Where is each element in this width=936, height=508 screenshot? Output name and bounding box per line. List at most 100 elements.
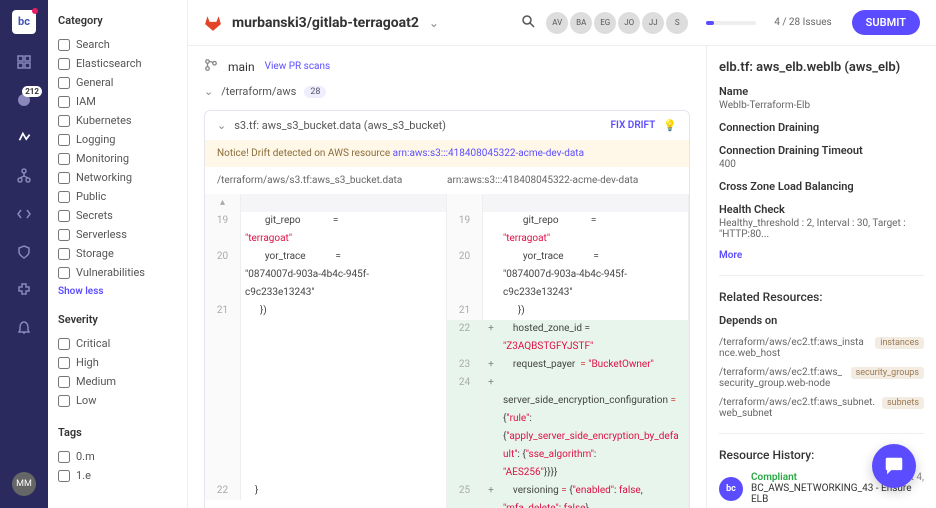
filter-label: Search <box>76 38 110 51</box>
filter-label: Storage <box>76 247 114 260</box>
branch-icon <box>204 58 218 75</box>
filter-label: 0.m <box>76 450 95 463</box>
chevron-down-icon[interactable]: ⌄ <box>429 16 439 30</box>
fix-drift-button[interactable]: FIX DRIFT <box>611 120 656 131</box>
issue-count: 4 / 28 Issues <box>774 17 831 28</box>
nav-rail: bc 212 MM <box>0 0 48 508</box>
filter-checkbox[interactable] <box>58 115 70 127</box>
filter-checkbox[interactable] <box>58 172 70 184</box>
filter-checkbox[interactable] <box>58 191 70 203</box>
filter-item[interactable]: Storage <box>58 244 177 263</box>
filter-item[interactable]: Low <box>58 391 177 410</box>
diff-row: 19 git_repo = <box>205 212 446 230</box>
diff-row: "terragoat" <box>205 230 446 248</box>
dep-path[interactable]: /terraform/aws/ec2.tf:aws_instance.web_h… <box>719 337 875 359</box>
filter-checkbox[interactable] <box>58 134 70 146</box>
filter-item[interactable]: Kubernetes <box>58 111 177 130</box>
filter-item[interactable]: Logging <box>58 130 177 149</box>
user-avatar[interactable]: MM <box>12 472 36 496</box>
filter-item[interactable]: Monitoring <box>58 149 177 168</box>
filter-checkbox[interactable] <box>58 153 70 165</box>
diff-row <box>205 410 446 428</box>
filter-item[interactable]: Medium <box>58 372 177 391</box>
severity-heading: Severity <box>58 313 177 326</box>
plugin-icon[interactable] <box>14 280 34 300</box>
submit-button[interactable]: SUBMIT <box>852 10 920 35</box>
filter-item[interactable]: Networking <box>58 168 177 187</box>
filter-item[interactable]: Critical <box>58 334 177 353</box>
filter-checkbox[interactable] <box>58 58 70 70</box>
filter-checkbox[interactable] <box>58 267 70 279</box>
filter-label: Medium <box>76 375 116 388</box>
field-label: Health Check <box>719 203 924 216</box>
filter-item[interactable]: Public <box>58 187 177 206</box>
filter-item[interactable]: Secrets <box>58 206 177 225</box>
branch-name[interactable]: main <box>228 60 255 74</box>
filter-item[interactable]: Search <box>58 35 177 54</box>
diff-row: 20 yor_trace = <box>205 248 446 266</box>
filter-checkbox[interactable] <box>58 470 70 482</box>
hierarchy-icon[interactable] <box>14 166 34 186</box>
filter-checkbox[interactable] <box>58 210 70 222</box>
user-pill[interactable]: AV <box>546 12 568 34</box>
more-link[interactable]: More <box>719 250 924 261</box>
dep-tag: subnets <box>882 397 924 409</box>
filter-item[interactable]: 1.e <box>58 466 177 485</box>
filter-item[interactable]: Elasticsearch <box>58 54 177 73</box>
filter-item[interactable]: General <box>58 73 177 92</box>
filter-item[interactable]: IAM <box>58 92 177 111</box>
filter-checkbox[interactable] <box>58 376 70 388</box>
dep-tag: security_groups <box>851 367 924 379</box>
repo-breadcrumb[interactable]: murbanski3/gitlab-terragoat2 <box>232 15 419 31</box>
filter-label: Networking <box>76 171 132 184</box>
diff-row: 21 }) <box>205 302 446 320</box>
filter-checkbox[interactable] <box>58 248 70 260</box>
dashboard-icon[interactable] <box>14 52 34 72</box>
diff-row: 24+ <box>447 374 688 392</box>
bulb-icon[interactable]: 💡 <box>663 119 677 132</box>
filter-label: Vulnerabilities <box>76 266 145 279</box>
dep-path[interactable]: /terraform/aws/ec2.tf:aws_subnet.web_sub… <box>719 397 882 419</box>
field-value: 400 <box>719 159 924 170</box>
code-icon[interactable] <box>14 204 34 224</box>
user-pill[interactable]: S <box>666 12 688 34</box>
user-pill[interactable]: JJ <box>642 12 664 34</box>
filter-item[interactable]: Serverless <box>58 225 177 244</box>
user-pill[interactable]: JO <box>618 12 640 34</box>
arn-link[interactable]: arn:aws:s3:::418408045322-acme-dev-data <box>393 148 584 159</box>
user-pill[interactable]: EG <box>594 12 616 34</box>
filter-checkbox[interactable] <box>58 338 70 350</box>
shield-icon[interactable] <box>14 242 34 262</box>
alerts-icon[interactable]: 212 <box>14 90 34 110</box>
filter-checkbox[interactable] <box>58 395 70 407</box>
filter-checkbox[interactable] <box>58 451 70 463</box>
field-value: Weblb-Terraform-Elb <box>719 100 924 111</box>
user-pill[interactable]: BA <box>570 12 592 34</box>
path-label[interactable]: /terraform/aws <box>221 85 296 98</box>
filter-label: Kubernetes <box>76 114 132 127</box>
count-badge: 28 <box>304 86 326 98</box>
chevron-down-icon[interactable]: ⌄ <box>204 85 213 98</box>
dep-path[interactable]: /terraform/aws/ec2.tf:aws_security_group… <box>719 367 851 389</box>
filter-item[interactable]: Vulnerabilities <box>58 263 177 282</box>
diff-row: 19 git_repo = <box>447 212 688 230</box>
projects-icon[interactable] <box>14 128 34 148</box>
filter-item[interactable]: 0.m <box>58 447 177 466</box>
filter-checkbox[interactable] <box>58 96 70 108</box>
filter-label: Logging <box>76 133 115 146</box>
topbar: murbanski3/gitlab-terragoat2 ⌄ AVBAEGJOJ… <box>188 0 936 46</box>
filter-checkbox[interactable] <box>58 357 70 369</box>
bell-icon[interactable] <box>14 318 34 338</box>
view-pr-link[interactable]: View PR scans <box>265 61 331 72</box>
search-icon[interactable] <box>520 13 536 32</box>
chevron-down-icon[interactable]: ⌄ <box>217 119 226 132</box>
filter-label: Serverless <box>76 228 127 241</box>
filter-checkbox[interactable] <box>58 229 70 241</box>
filter-item[interactable]: High <box>58 353 177 372</box>
logo[interactable]: bc <box>12 10 36 34</box>
chat-fab[interactable] <box>872 444 916 488</box>
filter-checkbox[interactable] <box>58 39 70 51</box>
check-icon: bc <box>719 477 743 501</box>
filter-checkbox[interactable] <box>58 77 70 89</box>
show-less-link[interactable]: Show less <box>58 286 177 297</box>
